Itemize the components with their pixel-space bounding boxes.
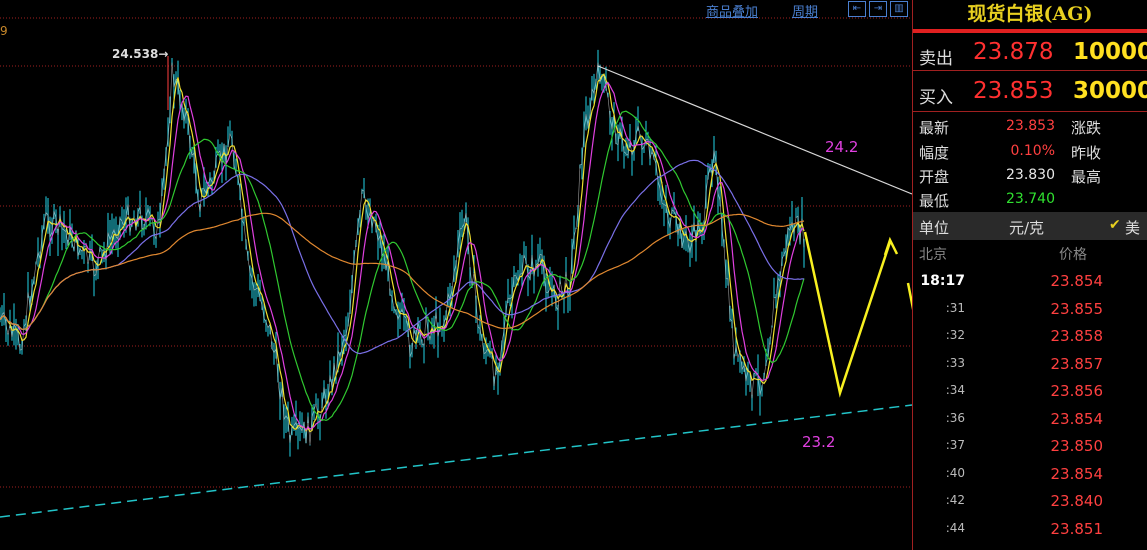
unit-label: 单位	[919, 219, 950, 237]
quote-panel: 现货白银(AG) 卖出 23.878 10000 买入 23.853 30000…	[913, 0, 1147, 550]
ticks-price-header: 价格	[1059, 247, 1087, 263]
instrument-title[interactable]: 现货白银(AG)	[913, 0, 1147, 28]
arrow-right-icon: →	[158, 47, 169, 61]
tick-price: 23.851	[1050, 519, 1104, 538]
tick-time: :44	[945, 520, 965, 535]
stat-latest-label: 最新	[919, 119, 950, 137]
buy-price: 23.853	[973, 78, 1054, 104]
tick-time: :32	[945, 328, 965, 342]
forecast-arrowhead-1	[883, 236, 899, 256]
annotations	[0, 56, 912, 518]
buy-row[interactable]: 买入 23.853 30000	[913, 75, 1147, 111]
title-underline	[913, 29, 1147, 33]
tick-time: :37	[945, 438, 965, 452]
tick-time: :34	[945, 383, 965, 397]
moving-averages	[0, 73, 805, 433]
ma-magenta-line	[0, 81, 805, 431]
ticks-time-header: 北京	[919, 247, 947, 263]
peak-price-label: 24.538→	[112, 47, 169, 61]
corner-digit: 9	[0, 24, 8, 38]
stat-change-label: 涨跌	[1071, 119, 1102, 137]
stat-latest-value: 23.853	[1006, 118, 1055, 134]
resistance-level-label: 24.2	[825, 138, 859, 156]
sell-volume: 10000	[1073, 39, 1147, 65]
chart-canvas[interactable]	[0, 0, 912, 550]
tick-time: :33	[945, 355, 965, 370]
price-chart[interactable]: 9 24.538→ 24.2 23.2 商品叠加 周期 ⇤ ⇥ ▥	[0, 0, 912, 550]
grid-lines	[0, 17, 912, 488]
tick-price: 23.854	[1050, 464, 1104, 483]
unit-bar[interactable]: 单位 元/克 ✔ 美	[913, 212, 1147, 240]
tick-price: 23.850	[1050, 437, 1104, 455]
support-trendline	[0, 404, 912, 518]
buy-volume: 30000	[1073, 78, 1147, 104]
sell-row[interactable]: 卖出 23.878 10000	[913, 36, 1147, 72]
scroll-right-icon[interactable]: ⇥	[869, 1, 887, 17]
expand-icon[interactable]: ▥	[890, 1, 908, 17]
stat-range-value: 0.10%	[1010, 143, 1055, 159]
tick-time: :42	[945, 493, 965, 507]
tick-time: :40	[945, 465, 965, 480]
sell-label: 卖出	[919, 49, 953, 69]
buy-label: 买入	[919, 88, 953, 108]
tick-price: 23.854	[1050, 409, 1104, 428]
stat-high-label: 最高	[1071, 168, 1102, 186]
tick-time: 18:17	[920, 273, 965, 289]
tick-price: 23.857	[1050, 354, 1104, 373]
divider	[913, 70, 1147, 71]
stat-prev-close-label: 昨收	[1071, 144, 1102, 162]
period-button[interactable]: 周期	[792, 1, 818, 20]
tick-price: 23.840	[1050, 492, 1104, 510]
stat-range-label: 幅度	[919, 144, 950, 162]
stat-low-value: 23.740	[1006, 191, 1055, 207]
sell-price: 23.878	[973, 39, 1054, 65]
tick-price: 23.856	[1050, 382, 1104, 400]
tick-price: 23.855	[1050, 299, 1104, 318]
ma-green-line	[0, 110, 805, 422]
overlay-button[interactable]: 商品叠加	[706, 1, 758, 20]
stat-open-label: 开盘	[919, 168, 950, 186]
tick-price: 23.858	[1050, 327, 1104, 345]
tick-time: :36	[945, 410, 965, 425]
stat-low-label: 最低	[919, 192, 950, 210]
forecast-path-1	[803, 231, 892, 398]
stat-open-value: 23.830	[1006, 167, 1055, 183]
tick-price: 23.854	[1050, 272, 1104, 290]
tick-time: :31	[945, 300, 965, 315]
check-icon[interactable]: ✔	[1109, 217, 1121, 233]
support-level-label: 23.2	[802, 433, 836, 451]
usd-toggle-label[interactable]: 美	[1125, 217, 1140, 238]
unit-value: 元/克	[1009, 219, 1045, 237]
divider	[913, 111, 1147, 112]
scroll-left-icon[interactable]: ⇤	[848, 1, 866, 17]
